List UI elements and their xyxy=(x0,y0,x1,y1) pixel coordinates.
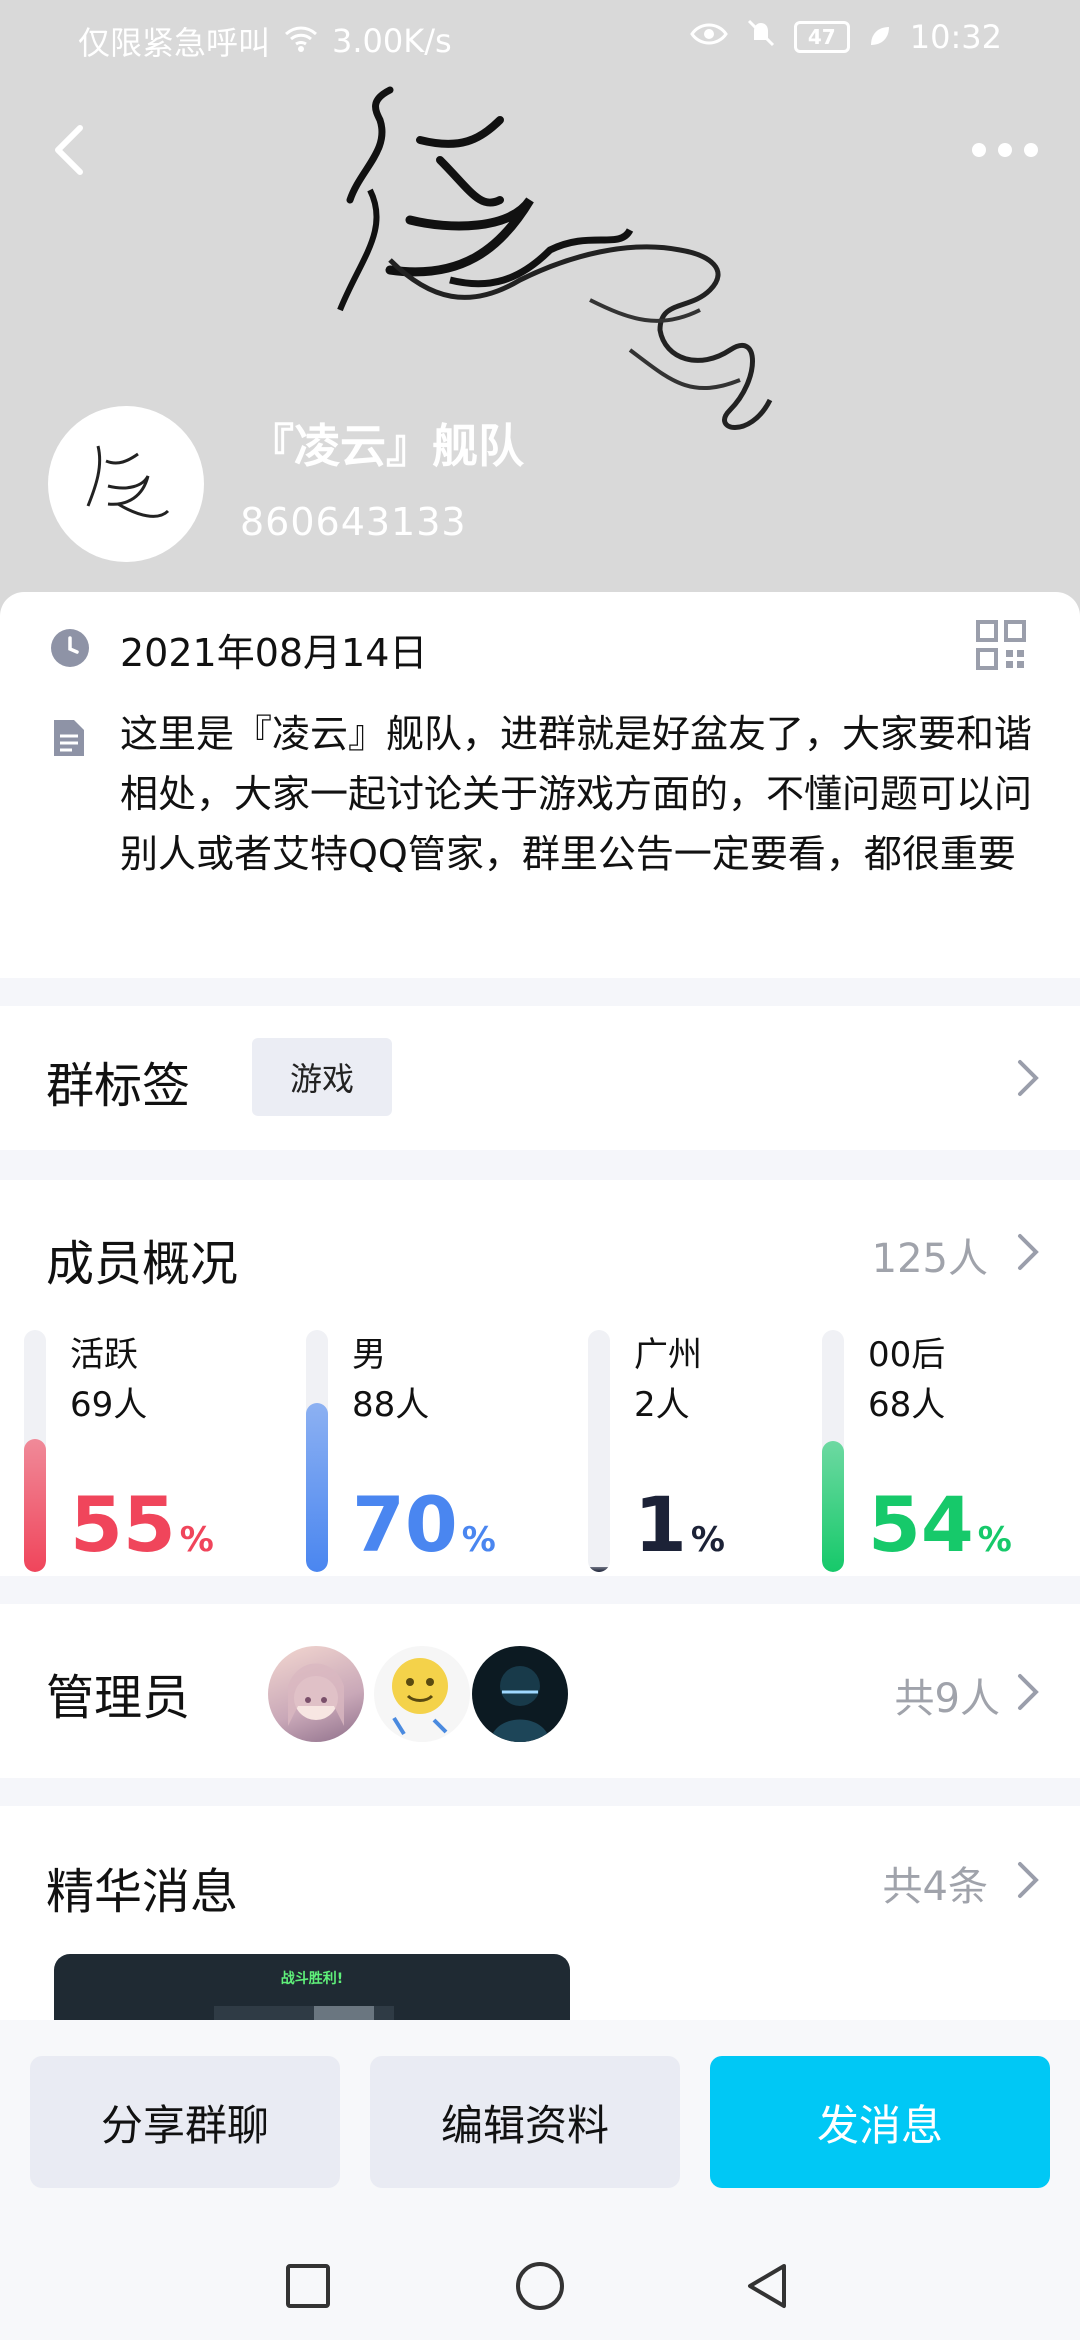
stat-percent-value: 54 xyxy=(868,1480,974,1569)
triangle-back-icon xyxy=(748,2264,786,2308)
system-nav-bar xyxy=(0,2230,1080,2340)
created-date: 2021年08月14日 xyxy=(120,631,428,675)
back-nav-button[interactable] xyxy=(738,2256,798,2316)
network-speed: 3.00K/s xyxy=(332,22,452,60)
essence-title: 精华消息 xyxy=(46,1864,239,1920)
recents-button[interactable] xyxy=(278,2256,338,2316)
essence-thumb-text: 战斗胜利! xyxy=(280,1971,344,1987)
eye-icon xyxy=(689,18,728,56)
group-avatar-logo xyxy=(86,445,170,518)
stat-percent-value: 70 xyxy=(352,1480,458,1569)
qr-code-button[interactable] xyxy=(976,620,1026,670)
document-icon xyxy=(50,718,86,762)
stat-count: 88人 xyxy=(352,1385,430,1425)
stat-label: 男 xyxy=(352,1335,386,1375)
group-id: 860643133 xyxy=(240,500,467,544)
qr-code-icon xyxy=(976,620,1026,670)
group-info-card: 2021年08月14日 这里是『凌云』舰队，进群就是好盆友了，大家要和谐相处，大… xyxy=(0,592,1080,978)
admin-avatar[interactable] xyxy=(472,1646,568,1742)
chevron-right-icon xyxy=(1018,1862,1039,1898)
stat-active[interactable]: 活跃 69人 55% xyxy=(24,1330,264,1576)
admins-count: 共9人 xyxy=(894,1676,1000,1722)
essence-messages-card[interactable]: 精华消息 共4条 战斗胜利! xyxy=(0,1806,1080,2034)
tags-title: 群标签 xyxy=(46,1058,191,1114)
chevron-right-icon[interactable] xyxy=(1014,1232,1042,1272)
more-dot-icon xyxy=(972,143,986,157)
chevron-right-icon xyxy=(1018,1674,1039,1710)
home-button[interactable] xyxy=(510,2256,570,2316)
stat-bar-fill xyxy=(306,1402,328,1572)
stat-count: 68人 xyxy=(868,1385,946,1425)
group-tags-row[interactable]: 群标签 游戏 xyxy=(0,1006,1080,1150)
action-bar: 分享群聊 编辑资料 发消息 xyxy=(0,2020,1080,2230)
tag-chip: 游戏 xyxy=(252,1038,392,1116)
carrier-text: 仅限紧急呼叫 xyxy=(78,24,271,62)
members-count[interactable]: 125人 xyxy=(872,1226,988,1284)
percent-sign: % xyxy=(179,1520,214,1560)
essence-count: 共4条 xyxy=(882,1864,988,1910)
percent-sign: % xyxy=(461,1520,496,1560)
stat-label: 广州 xyxy=(634,1335,702,1375)
chevron-right-icon xyxy=(1018,1060,1039,1096)
edit-profile-button[interactable]: 编辑资料 xyxy=(370,2056,680,2188)
stat-bar-track xyxy=(24,1330,46,1572)
square-icon xyxy=(286,2264,330,2308)
stat-bar-track xyxy=(306,1330,328,1572)
stat-percent: 1% xyxy=(634,1480,725,1585)
share-group-button[interactable]: 分享群聊 xyxy=(30,2056,340,2188)
battery-indicator: 47 xyxy=(793,21,850,53)
stat-percent-value: 55 xyxy=(70,1480,176,1569)
group-header: 仅限紧急呼叫 3.00K/s 47 10:32 『凌云』舰队 860643133 xyxy=(0,0,1080,640)
group-avatar[interactable] xyxy=(48,406,204,562)
stat-count: 69人 xyxy=(70,1385,148,1425)
stat-bar-track xyxy=(588,1330,610,1572)
back-button[interactable] xyxy=(40,110,100,190)
group-name: 『凌云』舰队 xyxy=(248,419,524,473)
clock-icon xyxy=(50,628,90,672)
more-dot-icon xyxy=(1024,143,1038,157)
stat-percent: 55% xyxy=(70,1480,214,1585)
stat-percent-value: 1 xyxy=(634,1480,687,1569)
more-options-button[interactable] xyxy=(960,130,1050,170)
stat-percent: 54% xyxy=(868,1480,1012,1585)
stat-bar-fill xyxy=(24,1438,46,1572)
wifi-icon xyxy=(284,22,318,60)
admins-title: 管理员 xyxy=(46,1670,191,1726)
circle-icon xyxy=(516,2262,564,2310)
stat-male[interactable]: 男 88人 70% xyxy=(306,1330,546,1576)
mute-bell-icon xyxy=(746,18,776,56)
stat-location[interactable]: 广州 2人 1% xyxy=(588,1330,828,1576)
group-description: 这里是『凌云』舰队，进群就是好盆友了，大家要和谐相处，大家一起讨论关于游戏方面的… xyxy=(120,712,1033,876)
leaf-icon xyxy=(868,18,892,56)
stat-label: 00后 xyxy=(868,1335,946,1375)
percent-sign: % xyxy=(977,1520,1012,1560)
admin-avatar[interactable] xyxy=(268,1646,364,1742)
stat-count: 2人 xyxy=(634,1385,690,1425)
more-dot-icon xyxy=(998,143,1012,157)
clock-time: 10:32 xyxy=(909,18,1002,56)
stat-percent: 70% xyxy=(352,1480,496,1585)
members-title: 成员概况 xyxy=(46,1236,239,1292)
status-bar: 仅限紧急呼叫 3.00K/s 47 10:32 xyxy=(0,0,1080,76)
admin-avatar[interactable] xyxy=(374,1646,470,1742)
stat-age[interactable]: 00后 68人 54% xyxy=(822,1330,1062,1576)
back-arrow-icon xyxy=(55,125,83,175)
send-message-button[interactable]: 发消息 xyxy=(710,2056,1050,2188)
stat-bar-fill xyxy=(822,1441,844,1572)
top-nav xyxy=(0,110,1080,190)
members-overview-card: 成员概况 125人 活跃 69人 55% 男 88人 70% 广州 2人 1% … xyxy=(0,1180,1080,1576)
stat-label: 活跃 xyxy=(70,1335,138,1375)
stat-bar-fill xyxy=(588,1567,610,1572)
admins-row[interactable]: 管理员 共9人 xyxy=(0,1604,1080,1778)
stat-bar-track xyxy=(822,1330,844,1572)
percent-sign: % xyxy=(690,1520,725,1560)
